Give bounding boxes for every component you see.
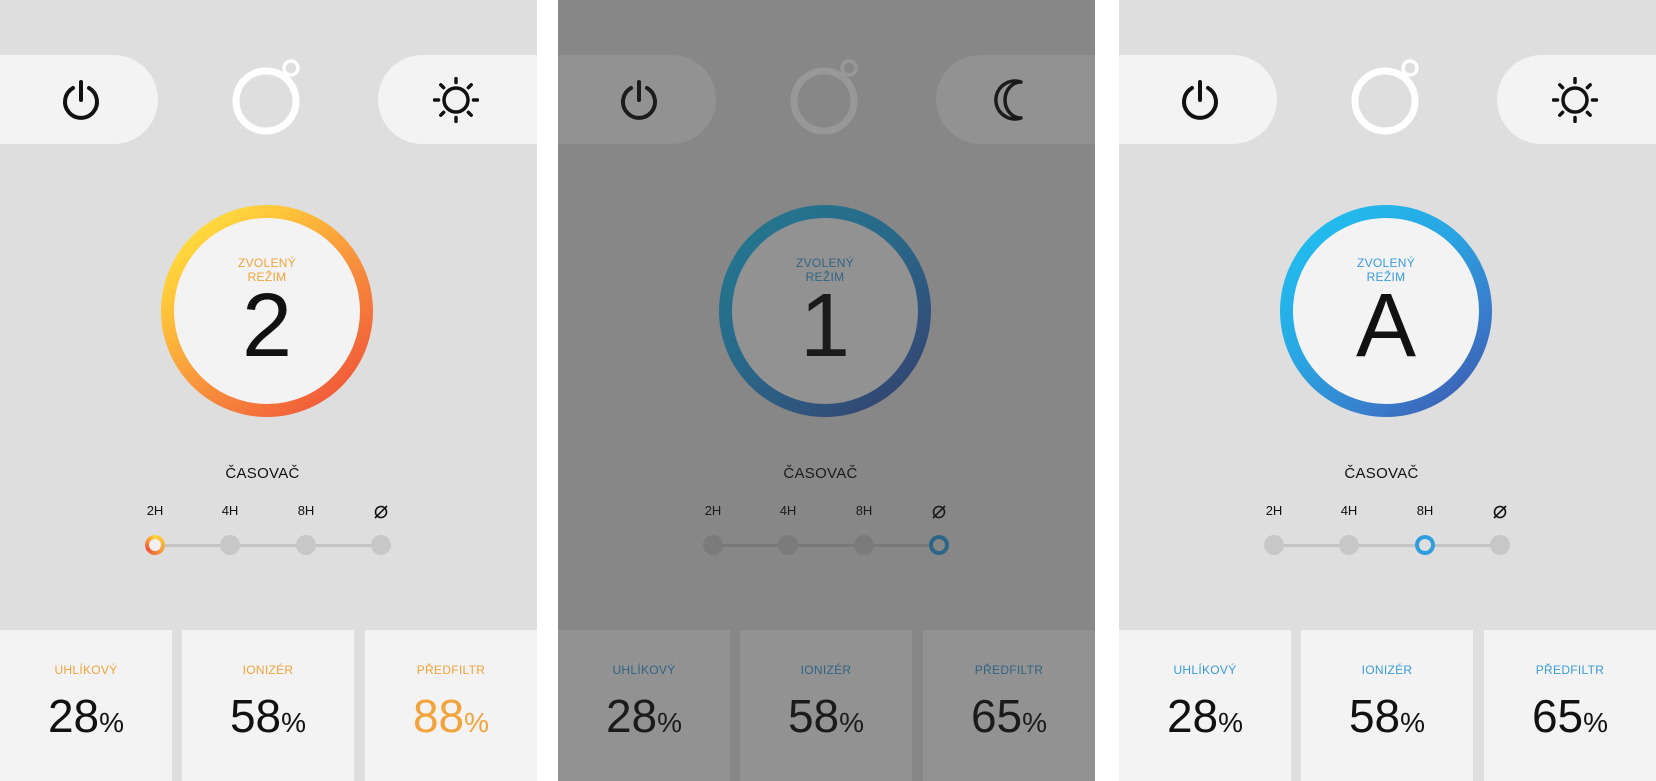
filter-value: 58% (182, 686, 354, 753)
mode-label-line-1: ZVOLENÝ (237, 256, 297, 270)
timer-track (1274, 544, 1501, 547)
mode-ring-center: ZVOLENÝ REŽIM 2 (174, 218, 360, 404)
timer-option-4h[interactable] (1339, 535, 1359, 555)
filter-value: 65% (1484, 686, 1656, 753)
mode-ring[interactable]: ZVOLENÝ REŽIM 2 (161, 205, 373, 417)
timer-label-8h: 8H (1416, 503, 1434, 518)
filter-number: 28 (1166, 690, 1219, 742)
timer-label-2h: 2H (146, 503, 164, 518)
filter-number: 88 (412, 690, 465, 742)
timer-option-8h[interactable] (296, 535, 316, 555)
timer-option-off[interactable] (1490, 535, 1510, 555)
filter-number: 28 (47, 690, 100, 742)
ring-logo (1351, 59, 1419, 135)
timer-label-2h: 2H (1265, 503, 1283, 518)
filter-unit: % (464, 707, 490, 738)
mode-value: A (1355, 276, 1417, 376)
timer-track (155, 544, 382, 547)
timer-title: ČASOVAČ (225, 465, 300, 482)
mode-value: 2 (241, 276, 293, 376)
timer-label-4h: 4H (221, 503, 239, 518)
filter-label: UHLÍKOVÝ (1173, 663, 1237, 677)
mode-screen-1: ZVOLENÝ REŽIM 2 ČASOVAČ 2H 4H 8H UHLÍKOV… (0, 0, 537, 781)
timer-title: ČASOVAČ (1344, 465, 1419, 482)
ring-logo (232, 59, 300, 135)
timer-option-4h[interactable] (220, 535, 240, 555)
timer-off-icon (1493, 504, 1507, 519)
filter-value: 28% (1119, 686, 1291, 753)
filter-unit: % (281, 707, 307, 738)
timer-option-2h[interactable] (1264, 535, 1284, 555)
filter-cards: UHLÍKOVÝ 28% IONIZÉR 58% PŘEDFILTR 65% (1119, 630, 1656, 781)
mode-toggle-button[interactable] (1497, 55, 1656, 144)
timer-label-off (361, 503, 401, 520)
dim-overlay (558, 0, 1095, 781)
filter-value: 88% (365, 686, 537, 753)
filter-unit: % (1400, 707, 1426, 738)
filter-card-prefilter[interactable]: PŘEDFILTR 65% (1484, 630, 1656, 781)
filter-value: 58% (1301, 686, 1473, 753)
filter-unit: % (1218, 707, 1244, 738)
timer-label-8h: 8H (297, 503, 315, 518)
mode-ring-center: ZVOLENÝ REŽIM A (1293, 218, 1479, 404)
filter-card-prefilter[interactable]: PŘEDFILTR 88% (365, 630, 537, 781)
timer-label-4h: 4H (1340, 503, 1358, 518)
filter-number: 58 (1348, 690, 1401, 742)
filter-card-carbon[interactable]: UHLÍKOVÝ 28% (1119, 630, 1291, 781)
filter-number: 58 (229, 690, 282, 742)
timer-option-off[interactable] (371, 535, 391, 555)
timer-off-icon (374, 504, 388, 519)
filter-label: PŘEDFILTR (1535, 663, 1605, 677)
mode-toggle-button[interactable] (378, 55, 537, 144)
filter-card-carbon[interactable]: UHLÍKOVÝ 28% (0, 630, 172, 781)
filter-value: 28% (0, 686, 172, 753)
power-button[interactable] (0, 55, 158, 144)
filter-number: 65 (1531, 690, 1584, 742)
filter-label: PŘEDFILTR (416, 663, 486, 677)
timer-option-8h[interactable] (1415, 535, 1435, 555)
sun-icon (432, 76, 479, 123)
sun-icon (1551, 76, 1598, 123)
power-icon (1182, 79, 1218, 120)
filter-unit: % (99, 707, 125, 738)
mode-screen-2: ZVOLENÝ REŽIM 1 ČASOVAČ 2H 4H 8H UHLÍKOV… (558, 0, 1095, 781)
filter-card-ionizer[interactable]: IONIZÉR 58% (182, 630, 354, 781)
timer-label-off (1480, 503, 1520, 520)
power-icon (63, 79, 99, 120)
filter-label: IONIZÉR (242, 663, 294, 677)
mode-label-line-1: ZVOLENÝ (1356, 256, 1416, 270)
filter-card-ionizer[interactable]: IONIZÉR 58% (1301, 630, 1473, 781)
filter-unit: % (1583, 707, 1609, 738)
mode-screen-3: ZVOLENÝ REŽIM A ČASOVAČ 2H 4H 8H UHLÍKOV… (1119, 0, 1656, 781)
power-button[interactable] (1119, 55, 1277, 144)
filter-cards: UHLÍKOVÝ 28% IONIZÉR 58% PŘEDFILTR 88% (0, 630, 537, 781)
mode-ring[interactable]: ZVOLENÝ REŽIM A (1280, 205, 1492, 417)
timer-option-2h[interactable] (145, 535, 165, 555)
filter-label: UHLÍKOVÝ (54, 663, 118, 677)
filter-label: IONIZÉR (1361, 663, 1413, 677)
